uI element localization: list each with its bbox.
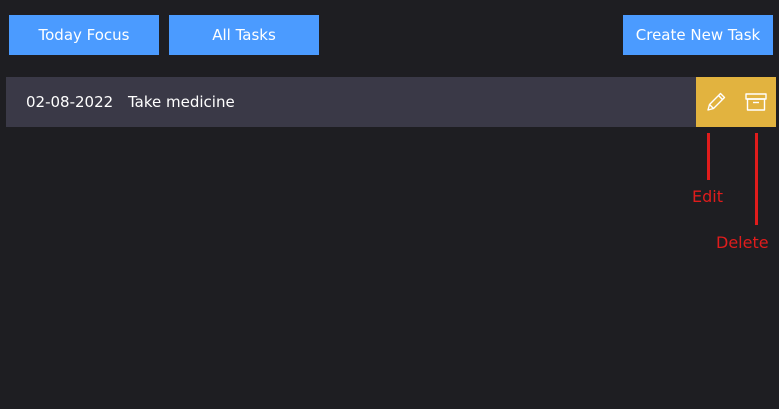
edit-callout-label: Edit [692, 187, 723, 206]
today-focus-button[interactable]: Today Focus [9, 15, 159, 55]
archive-box-icon [745, 93, 767, 111]
task-row: 02-08-2022 Take medicine [6, 77, 776, 127]
delete-button[interactable] [736, 77, 776, 127]
edit-callout-line [707, 133, 710, 180]
delete-callout-label: Delete [716, 233, 769, 252]
delete-callout-line [755, 133, 758, 225]
pencil-icon [707, 92, 726, 111]
task-date: 02-08-2022 [26, 93, 114, 111]
create-new-task-button[interactable]: Create New Task [623, 15, 773, 55]
edit-button[interactable] [696, 77, 736, 127]
all-tasks-button[interactable]: All Tasks [169, 15, 319, 55]
task-title: Take medicine [128, 93, 235, 111]
task-actions [696, 77, 776, 127]
